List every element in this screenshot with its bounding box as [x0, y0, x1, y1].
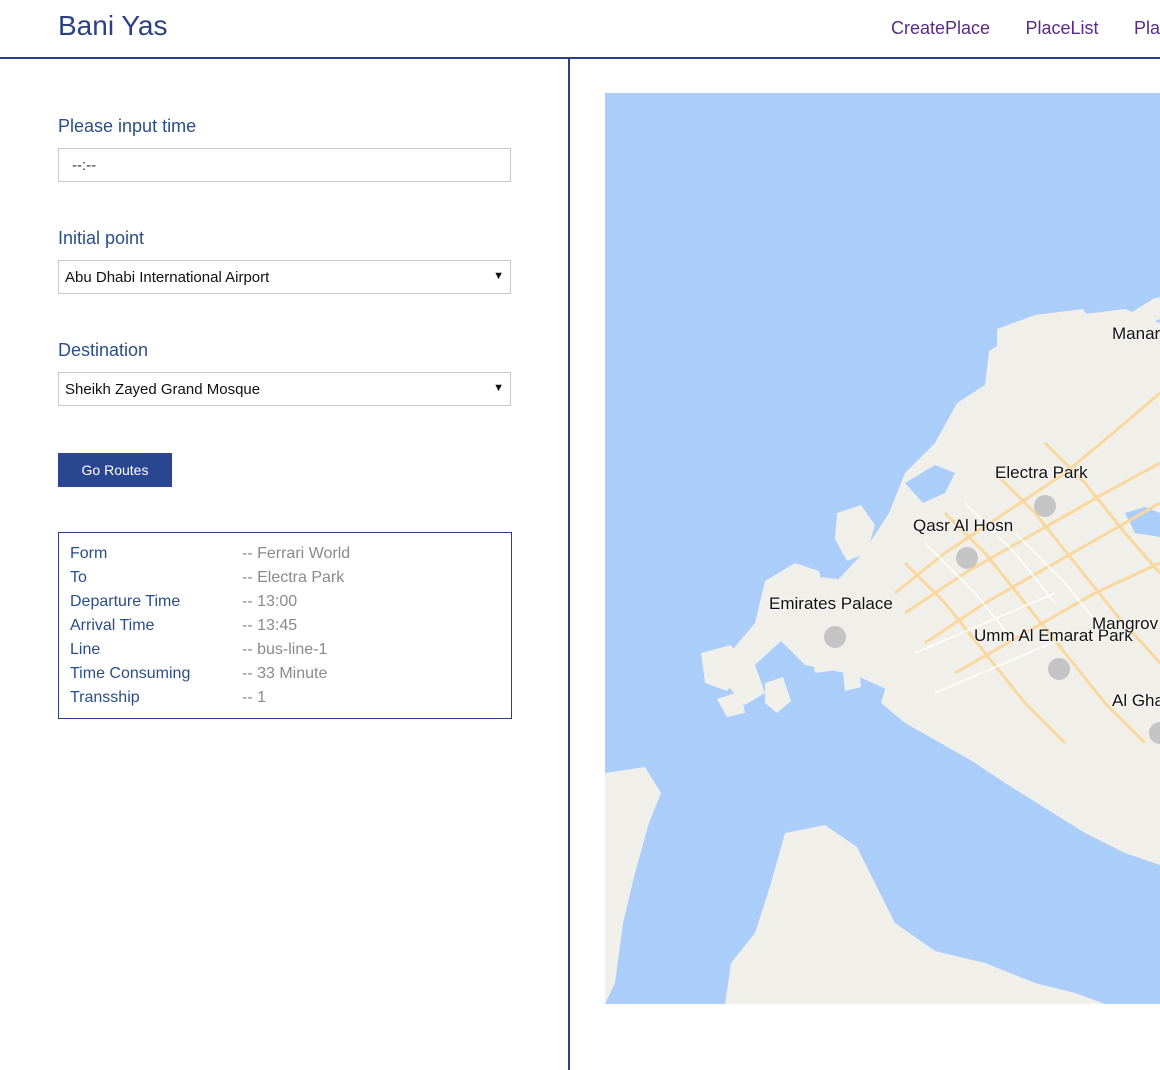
place-marker — [1034, 495, 1056, 517]
time-label: Please input time — [58, 116, 197, 136]
place-label[interactable]: Al Gha — [1112, 691, 1160, 711]
map-land — [811, 645, 831, 673]
result-key: Form — [70, 545, 108, 562]
top-navbar: Bani Yas CreatePlace PlaceList Pla — [0, 0, 1160, 59]
result-value: -- bus-line-1 — [242, 641, 328, 658]
dropdown-arrow-icon: ▼ — [493, 382, 504, 394]
nav-place-more[interactable]: Pla — [1134, 18, 1160, 38]
brand-title[interactable]: Bani Yas — [58, 10, 167, 42]
result-key: Arrival Time — [70, 617, 155, 634]
destination-select[interactable]: Sheikh Zayed Grand Mosque ▼ — [58, 372, 511, 406]
time-input[interactable]: --:-- — [58, 148, 511, 182]
column-divider — [568, 59, 570, 1070]
map-canvas — [605, 297, 1160, 1004]
place-label[interactable]: Electra Park — [995, 463, 1088, 483]
result-value: -- 1 — [242, 689, 266, 706]
result-key: Transship — [70, 689, 140, 706]
place-marker — [1048, 658, 1070, 680]
map-view[interactable]: Manar Electra Park Qasr Al Hosn Emirates… — [605, 93, 1160, 1004]
initial-point-label: Initial point — [58, 228, 145, 248]
result-value: -- 33 Minute — [242, 665, 328, 682]
destination-value: Sheikh Zayed Grand Mosque — [65, 380, 261, 398]
time-input-value: --:-- — [72, 156, 97, 174]
route-result-panel: Form -- Ferrari World To -- Electra Park… — [58, 532, 512, 719]
result-key: Departure Time — [70, 593, 181, 610]
result-value: -- Ferrari World — [242, 545, 351, 562]
place-marker — [956, 547, 978, 569]
map-land — [717, 691, 745, 717]
nav-links: CreatePlace PlaceList Pla — [891, 18, 1160, 39]
map-land — [605, 767, 661, 1004]
result-value: -- Electra Park — [242, 569, 345, 586]
place-marker — [824, 626, 846, 648]
result-key: Line — [70, 641, 101, 658]
result-key: To — [70, 569, 87, 586]
map-land — [725, 825, 1105, 1004]
initial-point-select[interactable]: Abu Dhabi International Airport ▼ — [58, 260, 511, 294]
nav-place-list[interactable]: PlaceList — [1026, 18, 1099, 38]
destination-label: Destination — [58, 340, 149, 360]
result-value: -- 13:00 — [242, 593, 298, 610]
dropdown-arrow-icon: ▼ — [493, 270, 504, 282]
place-label[interactable]: Manar — [1112, 324, 1160, 344]
place-label[interactable]: Emirates Palace — [769, 594, 893, 614]
result-value: -- 13:45 — [242, 617, 298, 634]
map-land — [765, 677, 791, 713]
place-label[interactable]: Mangrov — [1092, 614, 1158, 634]
result-key: Time Consuming — [70, 665, 191, 682]
initial-point-value: Abu Dhabi International Airport — [65, 268, 270, 286]
place-label[interactable]: Qasr Al Hosn — [913, 516, 1013, 536]
nav-create-place[interactable]: CreatePlace — [891, 18, 990, 38]
go-routes-button[interactable]: Go Routes — [58, 453, 172, 487]
